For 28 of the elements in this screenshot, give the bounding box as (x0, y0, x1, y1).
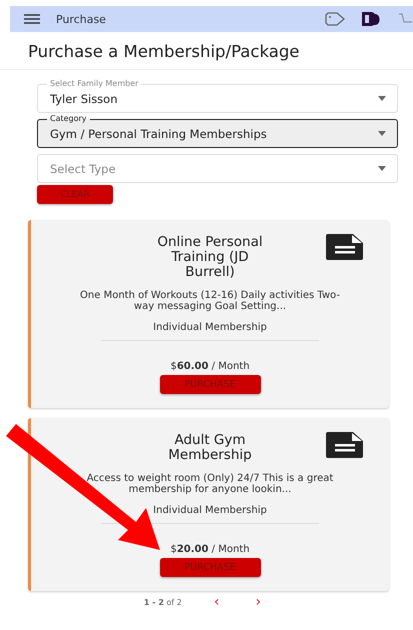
document-icon (326, 234, 363, 260)
field-label: Category (47, 114, 90, 124)
package-type: Individual Membership (153, 322, 267, 333)
next-page-button[interactable]: › (247, 597, 270, 607)
field-label: Select Family Member (47, 79, 142, 89)
field-placeholder: Select Type (50, 162, 117, 176)
package-type: Individual Membership (153, 505, 267, 516)
previous-page-button[interactable]: ‹ (206, 597, 228, 607)
page-range: 1 - 2 of 2 (144, 598, 182, 606)
caret-icon (378, 166, 386, 171)
document-icon (326, 432, 363, 458)
select-field[interactable]: Select Family Member Tyler Sisson (37, 78, 398, 113)
package-price: $60.00 / Month (170, 361, 250, 372)
select-field[interactable]: Category Gym / Personal Training Memberships (37, 113, 398, 148)
tag-icon[interactable] (325, 12, 345, 26)
package-title: Adult Gym Membership (167, 433, 253, 463)
caret-icon (378, 131, 386, 136)
package-description: One Month of Workouts (12-16) Daily activities Two-way messaging Goal Setting... (79, 290, 341, 312)
menu-icon[interactable] (24, 14, 40, 24)
package-title: Online Personal Training (JD Burrell) (156, 235, 264, 280)
field-value: Gym / Personal Training Memberships (50, 126, 268, 140)
select-field[interactable]: Select Type (37, 148, 398, 183)
caret-icon (378, 96, 386, 101)
page-title: Purchase a Membership/Package (0, 32, 413, 70)
package-description: Access to weight room (Only) 24/7 This is a great membership for anyone lookin... (86, 473, 334, 495)
field-value: Tyler Sisson (50, 92, 118, 106)
app-bar-title: Purchase (56, 12, 107, 26)
package-price: $20.00 / Month (170, 544, 250, 555)
